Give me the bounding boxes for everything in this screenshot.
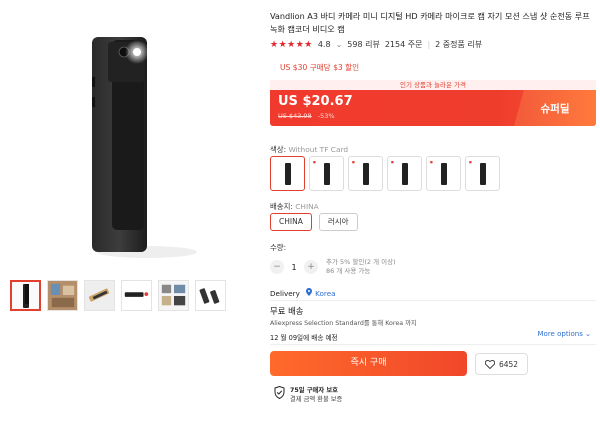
buy-now-button[interactable]: 즉시 구매 [270, 351, 467, 376]
shipping-method: Aliexpress Selection Standard를 통해 Korea … [270, 320, 417, 327]
ship-from-china[interactable]: CHINA [270, 213, 312, 231]
quantity-label: 수량: [270, 243, 287, 252]
more-options-label: More options [537, 330, 583, 338]
delivery-location-link[interactable]: Korea [305, 288, 336, 298]
thumbnail-5[interactable] [158, 280, 189, 311]
free-shipping-title: 무료 배송 [270, 306, 304, 316]
current-price: US $20.67 [278, 94, 353, 109]
ship-from-label: 배송지: [270, 202, 293, 211]
original-price: US $43.98 [278, 112, 312, 120]
bulk-discount-note: 추가 5% 할인(2 개 이상) [326, 258, 396, 266]
thumbnail-1[interactable] [10, 280, 41, 311]
delivery-label: Delivery [270, 288, 300, 298]
divider-line [270, 300, 596, 301]
color-option-6[interactable]: ■ [465, 156, 500, 191]
quantity-plus-button[interactable]: + [304, 260, 318, 274]
quantity-value[interactable]: 1 [284, 263, 304, 272]
delivery-location: Korea [315, 289, 336, 298]
color-label-row: 색상: Without TF Card [270, 144, 348, 155]
ship-from-selected: CHINA [295, 202, 319, 211]
ship-from-label-row: 배송지: CHINA [270, 201, 319, 212]
coupon-text[interactable]: US $30 구매당 $3 할인 [280, 62, 359, 73]
price-box: 인기 상품과 놀라운 가격 US $20.67 US $43.98 -53% 슈… [270, 80, 596, 130]
stock-available: 86 개 사용 가능 [326, 267, 371, 275]
main-product-image[interactable] [52, 22, 222, 262]
super-deal-badge: 슈퍼딜 [514, 90, 596, 126]
chevron-down-icon[interactable]: ⌄ [336, 40, 343, 49]
review-count[interactable]: 598 리뷰 [347, 39, 380, 50]
repeat-buyer-reviews: 2 중정품 리뷰 [435, 40, 483, 49]
thumbnail-4[interactable] [121, 280, 152, 311]
price-bar: US $20.67 US $43.98 -53% 슈퍼딜 [270, 90, 596, 126]
rating-row: ★★★★★ 4.8 ⌄ 598 리뷰 2154 주문 | 2 중정품 리뷰 [270, 39, 487, 50]
color-option-1[interactable] [270, 156, 305, 191]
promo-banner: 인기 상품과 놀라운 가격 [270, 80, 596, 90]
ship-from-options: CHINA 러시아 [270, 213, 358, 231]
quantity-info: 추가 5% 할인(2 개 이상) 86 개 사용 가능 [326, 258, 396, 276]
original-price-row: US $43.98 -53% [278, 112, 335, 120]
product-title: Vandlion A3 바디 카메라 미니 디지털 HD 카메라 마이크로 캠 … [270, 11, 590, 34]
protection-subtitle: 결제 금액 환불 보증 [290, 396, 343, 403]
divider-line [270, 344, 596, 345]
rating-value: 4.8 [317, 40, 331, 49]
location-pin-icon [305, 288, 312, 296]
more-options-link[interactable]: More options ⌄ [538, 330, 591, 338]
protection-title: 75일 구매자 보호 [290, 387, 338, 394]
divider: | [427, 40, 431, 49]
color-option-4[interactable]: ■ [387, 156, 422, 191]
color-option-3[interactable]: ■ [348, 156, 383, 191]
chevron-down-icon: ⌄ [585, 330, 591, 338]
wishlist-button[interactable]: 6452 [475, 353, 528, 375]
discount-percent: -53% [317, 112, 335, 120]
star-rating-icon: ★★★★★ [270, 39, 313, 50]
ship-from-russia[interactable]: 러시아 [318, 213, 358, 231]
thumbnail-2[interactable] [47, 280, 78, 311]
heart-icon [484, 359, 495, 369]
thumbnail-3[interactable] [84, 280, 115, 311]
product-gallery [0, 0, 258, 421]
color-option-2[interactable]: ■ [309, 156, 344, 191]
quantity-stepper: − 1 + 추가 5% 할인(2 개 이상) 86 개 사용 가능 [270, 258, 396, 276]
delivery-eta: 12 월 09일에 배송 예정 [270, 334, 338, 342]
wishlist-count: 6452 [498, 359, 519, 369]
shield-check-icon [274, 386, 285, 399]
thumbnail-6[interactable] [195, 280, 226, 311]
color-options: ■ ■ ■ ■ ■ [270, 156, 500, 191]
color-option-5[interactable]: ■ [426, 156, 461, 191]
thumbnail-strip [10, 280, 226, 311]
color-label: 색상: [270, 145, 287, 154]
order-count: 2154 주문 [384, 40, 423, 49]
buyer-protection: 75일 구매자 보호 결제 금액 환불 보증 [274, 386, 342, 404]
color-selected: Without TF Card [288, 145, 349, 154]
delivery-row: Delivery Korea [270, 288, 336, 298]
quantity-minus-button[interactable]: − [270, 260, 284, 274]
